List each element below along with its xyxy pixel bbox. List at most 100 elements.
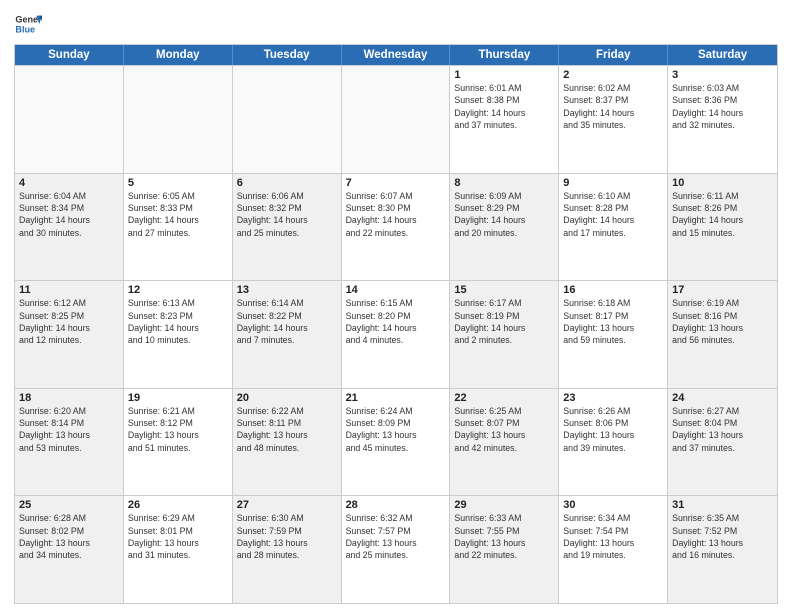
calendar-cell: 12Sunrise: 6:13 AM Sunset: 8:23 PM Dayli…	[124, 281, 233, 388]
day-number: 10	[672, 177, 773, 189]
day-info: Sunrise: 6:15 AM Sunset: 8:20 PM Dayligh…	[346, 297, 446, 346]
calendar-cell: 6Sunrise: 6:06 AM Sunset: 8:32 PM Daylig…	[233, 174, 342, 281]
calendar-cell: 20Sunrise: 6:22 AM Sunset: 8:11 PM Dayli…	[233, 389, 342, 496]
day-number: 14	[346, 284, 446, 296]
calendar-cell: 23Sunrise: 6:26 AM Sunset: 8:06 PM Dayli…	[559, 389, 668, 496]
day-number: 16	[563, 284, 663, 296]
calendar-cell: 29Sunrise: 6:33 AM Sunset: 7:55 PM Dayli…	[450, 496, 559, 603]
calendar-cell: 5Sunrise: 6:05 AM Sunset: 8:33 PM Daylig…	[124, 174, 233, 281]
calendar-row: 1Sunrise: 6:01 AM Sunset: 8:38 PM Daylig…	[15, 65, 777, 173]
day-number: 30	[563, 499, 663, 511]
day-number: 21	[346, 392, 446, 404]
calendar-cell: 9Sunrise: 6:10 AM Sunset: 8:28 PM Daylig…	[559, 174, 668, 281]
day-info: Sunrise: 6:29 AM Sunset: 8:01 PM Dayligh…	[128, 512, 228, 561]
day-number: 18	[19, 392, 119, 404]
day-info: Sunrise: 6:25 AM Sunset: 8:07 PM Dayligh…	[454, 405, 554, 454]
calendar-cell: 18Sunrise: 6:20 AM Sunset: 8:14 PM Dayli…	[15, 389, 124, 496]
calendar-cell: 27Sunrise: 6:30 AM Sunset: 7:59 PM Dayli…	[233, 496, 342, 603]
day-number: 15	[454, 284, 554, 296]
day-number: 17	[672, 284, 773, 296]
day-number: 5	[128, 177, 228, 189]
day-info: Sunrise: 6:02 AM Sunset: 8:37 PM Dayligh…	[563, 82, 663, 131]
day-info: Sunrise: 6:20 AM Sunset: 8:14 PM Dayligh…	[19, 405, 119, 454]
day-number: 19	[128, 392, 228, 404]
calendar-cell: 21Sunrise: 6:24 AM Sunset: 8:09 PM Dayli…	[342, 389, 451, 496]
weekday-header: Friday	[559, 45, 668, 65]
calendar-cell: 16Sunrise: 6:18 AM Sunset: 8:17 PM Dayli…	[559, 281, 668, 388]
day-number: 8	[454, 177, 554, 189]
day-info: Sunrise: 6:07 AM Sunset: 8:30 PM Dayligh…	[346, 190, 446, 239]
day-info: Sunrise: 6:22 AM Sunset: 8:11 PM Dayligh…	[237, 405, 337, 454]
weekday-header: Wednesday	[342, 45, 451, 65]
day-info: Sunrise: 6:09 AM Sunset: 8:29 PM Dayligh…	[454, 190, 554, 239]
day-number: 26	[128, 499, 228, 511]
calendar-cell: 8Sunrise: 6:09 AM Sunset: 8:29 PM Daylig…	[450, 174, 559, 281]
day-info: Sunrise: 6:14 AM Sunset: 8:22 PM Dayligh…	[237, 297, 337, 346]
day-number: 25	[19, 499, 119, 511]
logo-icon: General Blue	[14, 10, 42, 38]
calendar-cell: 14Sunrise: 6:15 AM Sunset: 8:20 PM Dayli…	[342, 281, 451, 388]
calendar-cell: 30Sunrise: 6:34 AM Sunset: 7:54 PM Dayli…	[559, 496, 668, 603]
day-number: 22	[454, 392, 554, 404]
calendar-cell: 13Sunrise: 6:14 AM Sunset: 8:22 PM Dayli…	[233, 281, 342, 388]
calendar-row: 25Sunrise: 6:28 AM Sunset: 8:02 PM Dayli…	[15, 495, 777, 603]
calendar-row: 11Sunrise: 6:12 AM Sunset: 8:25 PM Dayli…	[15, 280, 777, 388]
calendar-cell: 3Sunrise: 6:03 AM Sunset: 8:36 PM Daylig…	[668, 66, 777, 173]
day-info: Sunrise: 6:18 AM Sunset: 8:17 PM Dayligh…	[563, 297, 663, 346]
calendar-cell: 11Sunrise: 6:12 AM Sunset: 8:25 PM Dayli…	[15, 281, 124, 388]
calendar-cell	[15, 66, 124, 173]
day-info: Sunrise: 6:13 AM Sunset: 8:23 PM Dayligh…	[128, 297, 228, 346]
calendar-cell: 25Sunrise: 6:28 AM Sunset: 8:02 PM Dayli…	[15, 496, 124, 603]
day-info: Sunrise: 6:21 AM Sunset: 8:12 PM Dayligh…	[128, 405, 228, 454]
day-info: Sunrise: 6:24 AM Sunset: 8:09 PM Dayligh…	[346, 405, 446, 454]
day-info: Sunrise: 6:19 AM Sunset: 8:16 PM Dayligh…	[672, 297, 773, 346]
calendar-cell: 24Sunrise: 6:27 AM Sunset: 8:04 PM Dayli…	[668, 389, 777, 496]
day-number: 23	[563, 392, 663, 404]
page-header: General Blue	[14, 10, 778, 38]
day-number: 11	[19, 284, 119, 296]
weekday-header: Thursday	[450, 45, 559, 65]
calendar-cell: 4Sunrise: 6:04 AM Sunset: 8:34 PM Daylig…	[15, 174, 124, 281]
day-info: Sunrise: 6:28 AM Sunset: 8:02 PM Dayligh…	[19, 512, 119, 561]
day-info: Sunrise: 6:35 AM Sunset: 7:52 PM Dayligh…	[672, 512, 773, 561]
calendar-cell	[233, 66, 342, 173]
day-number: 3	[672, 69, 773, 81]
day-number: 7	[346, 177, 446, 189]
calendar-body: 1Sunrise: 6:01 AM Sunset: 8:38 PM Daylig…	[15, 65, 777, 603]
weekday-header: Tuesday	[233, 45, 342, 65]
calendar-cell: 22Sunrise: 6:25 AM Sunset: 8:07 PM Dayli…	[450, 389, 559, 496]
calendar-row: 4Sunrise: 6:04 AM Sunset: 8:34 PM Daylig…	[15, 173, 777, 281]
day-info: Sunrise: 6:04 AM Sunset: 8:34 PM Dayligh…	[19, 190, 119, 239]
calendar-cell	[124, 66, 233, 173]
day-info: Sunrise: 6:30 AM Sunset: 7:59 PM Dayligh…	[237, 512, 337, 561]
day-info: Sunrise: 6:11 AM Sunset: 8:26 PM Dayligh…	[672, 190, 773, 239]
day-number: 24	[672, 392, 773, 404]
calendar-cell	[342, 66, 451, 173]
day-number: 1	[454, 69, 554, 81]
day-number: 12	[128, 284, 228, 296]
day-number: 9	[563, 177, 663, 189]
calendar-cell: 7Sunrise: 6:07 AM Sunset: 8:30 PM Daylig…	[342, 174, 451, 281]
day-number: 13	[237, 284, 337, 296]
weekday-header: Monday	[124, 45, 233, 65]
day-info: Sunrise: 6:26 AM Sunset: 8:06 PM Dayligh…	[563, 405, 663, 454]
weekday-header: Sunday	[15, 45, 124, 65]
day-info: Sunrise: 6:06 AM Sunset: 8:32 PM Dayligh…	[237, 190, 337, 239]
day-info: Sunrise: 6:03 AM Sunset: 8:36 PM Dayligh…	[672, 82, 773, 131]
calendar-cell: 15Sunrise: 6:17 AM Sunset: 8:19 PM Dayli…	[450, 281, 559, 388]
day-info: Sunrise: 6:12 AM Sunset: 8:25 PM Dayligh…	[19, 297, 119, 346]
day-number: 6	[237, 177, 337, 189]
calendar-cell: 28Sunrise: 6:32 AM Sunset: 7:57 PM Dayli…	[342, 496, 451, 603]
day-number: 2	[563, 69, 663, 81]
day-info: Sunrise: 6:27 AM Sunset: 8:04 PM Dayligh…	[672, 405, 773, 454]
day-number: 4	[19, 177, 119, 189]
calendar-cell: 26Sunrise: 6:29 AM Sunset: 8:01 PM Dayli…	[124, 496, 233, 603]
day-info: Sunrise: 6:01 AM Sunset: 8:38 PM Dayligh…	[454, 82, 554, 131]
day-info: Sunrise: 6:32 AM Sunset: 7:57 PM Dayligh…	[346, 512, 446, 561]
day-info: Sunrise: 6:17 AM Sunset: 8:19 PM Dayligh…	[454, 297, 554, 346]
svg-text:Blue: Blue	[15, 24, 35, 34]
day-number: 20	[237, 392, 337, 404]
calendar-cell: 10Sunrise: 6:11 AM Sunset: 8:26 PM Dayli…	[668, 174, 777, 281]
calendar: SundayMondayTuesdayWednesdayThursdayFrid…	[14, 44, 778, 604]
calendar-row: 18Sunrise: 6:20 AM Sunset: 8:14 PM Dayli…	[15, 388, 777, 496]
